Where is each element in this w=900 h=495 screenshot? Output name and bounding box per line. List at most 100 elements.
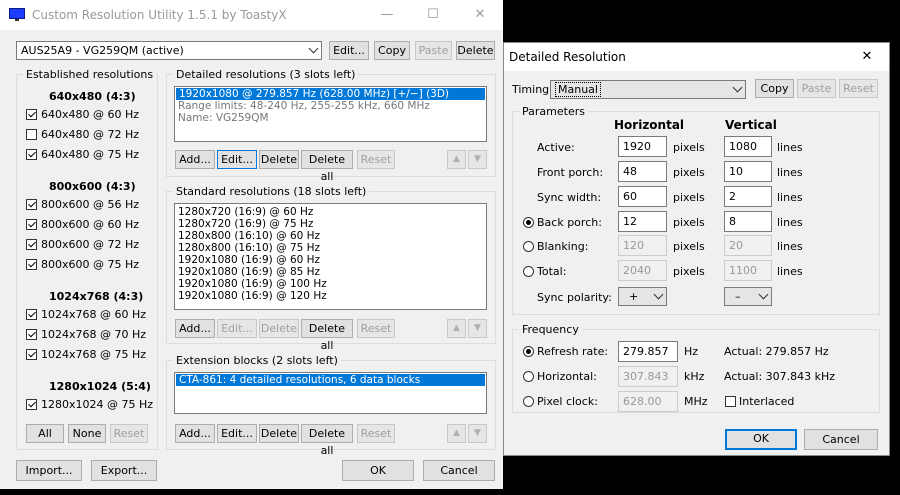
list-item[interactable]: 1920x1080 @ 279.857 Hz (628.00 MHz) [+/−… (176, 88, 485, 100)
active-vertical-input[interactable]: 1080 (724, 136, 772, 157)
reset-established-button[interactable]: Reset (110, 424, 148, 443)
extension-blocks-list[interactable]: CTA-861: 4 detailed resolutions, 6 data … (174, 372, 487, 414)
timing-paste-button[interactable]: Paste (797, 79, 836, 98)
ok-button[interactable]: OK (342, 460, 414, 481)
back-porch-radio[interactable] (523, 217, 534, 228)
minimize-button[interactable]: — (364, 0, 410, 30)
extension-delete-button[interactable]: Delete (259, 424, 299, 443)
move-up-icon[interactable]: ▲ (447, 424, 466, 443)
checkbox-800x600-60[interactable] (26, 219, 37, 230)
pixel-clock-radio[interactable] (523, 396, 534, 407)
edit-monitor-button[interactable]: Edit... (329, 41, 369, 60)
monitor-select[interactable]: AUS25A9 - VG259QM (active) (16, 41, 322, 60)
list-item[interactable]: 1280x800 (16:10) @ 60 Hz (175, 230, 486, 242)
timing-copy-button[interactable]: Copy (755, 79, 794, 98)
detailed-reset-button[interactable]: Reset (357, 150, 395, 169)
none-button[interactable]: None (68, 424, 106, 443)
checkbox-640x480-75[interactable] (26, 149, 37, 160)
refresh-rate-radio[interactable] (523, 346, 534, 357)
export-button[interactable]: Export... (91, 460, 157, 481)
back-porch-vertical-input[interactable]: 8 (724, 211, 772, 232)
list-item[interactable]: 1920x1080 (16:9) @ 100 Hz (175, 278, 486, 290)
sync-width-vertical-input[interactable]: 2 (724, 186, 772, 207)
detailed-edit-button[interactable]: Edit... (217, 150, 257, 169)
timing-select[interactable]: Manual (550, 80, 746, 99)
move-up-icon[interactable]: ▲ (447, 319, 466, 338)
checkbox-640x480-60[interactable] (26, 109, 37, 120)
move-down-icon[interactable]: ▼ (468, 424, 487, 443)
detailed-add-button[interactable]: Add... (175, 150, 215, 169)
blanking-horizontal-input[interactable]: 120 (618, 235, 667, 256)
list-item[interactable]: CTA-861: 4 detailed resolutions, 6 data … (176, 374, 485, 386)
standard-reset-button[interactable]: Reset (357, 319, 395, 338)
interlaced-checkbox[interactable] (725, 396, 736, 407)
dialog-ok-button[interactable]: OK (725, 429, 797, 450)
move-down-icon[interactable]: ▼ (468, 150, 487, 169)
dialog-close-button[interactable]: ✕ (844, 43, 890, 71)
list-item[interactable]: 1920x1080 (16:9) @ 60 Hz (175, 254, 486, 266)
timing-reset-button[interactable]: Reset (839, 79, 878, 98)
list-item[interactable]: 1920x1080 (16:9) @ 120 Hz (175, 290, 486, 302)
extension-edit-button[interactable]: Edit... (217, 424, 257, 443)
checkbox-1024x768-75[interactable] (26, 349, 37, 360)
main-titlebar: Custom Resolution Utility 1.5.1 by Toast… (0, 0, 503, 30)
dialog-title: Detailed Resolution (509, 50, 626, 64)
list-item[interactable]: 1920x1080 (16:9) @ 85 Hz (175, 266, 486, 278)
move-down-icon[interactable]: ▼ (468, 319, 487, 338)
checkbox-800x600-56[interactable] (26, 199, 37, 210)
checkbox-640x480-72[interactable] (26, 129, 37, 140)
standard-add-button[interactable]: Add... (175, 319, 215, 338)
front-porch-horizontal-input[interactable]: 48 (618, 161, 667, 182)
extension-add-button[interactable]: Add... (175, 424, 215, 443)
detailed-delete-button[interactable]: Delete (259, 150, 299, 169)
detailed-resolutions-list[interactable]: 1920x1080 @ 279.857 Hz (628.00 MHz) [+/−… (174, 86, 487, 142)
list-item[interactable]: 1280x720 (16:9) @ 75 Hz (175, 218, 486, 230)
standard-edit-button[interactable]: Edit... (217, 319, 257, 338)
maximize-button[interactable]: ☐ (410, 0, 456, 30)
pixel-clock-input[interactable]: 628.00 (618, 391, 678, 412)
import-button[interactable]: Import... (16, 460, 82, 481)
all-button[interactable]: All (26, 424, 64, 443)
standard-delete-all-button[interactable]: Delete all (301, 319, 353, 352)
sync-width-horizontal-input[interactable]: 60 (618, 186, 667, 207)
blanking-vertical-input[interactable]: 20 (724, 235, 772, 256)
checkbox-1024x768-70[interactable] (26, 329, 37, 340)
checkbox-1280x1024-75[interactable] (26, 399, 37, 410)
extension-label: Extension blocks (2 slots left) (173, 354, 341, 367)
close-button[interactable]: ✕ (457, 0, 503, 30)
vertical-polarity-select[interactable]: – (724, 287, 772, 306)
standard-delete-button[interactable]: Delete (259, 319, 299, 338)
horizontal-frequency-input[interactable]: 307.843 (618, 366, 678, 387)
list-item[interactable]: 1280x720 (16:9) @ 60 Hz (175, 206, 486, 218)
horizontal-frequency-radio[interactable] (523, 371, 534, 382)
back-porch-horizontal-input[interactable]: 12 (618, 211, 667, 232)
paste-monitor-button[interactable]: Paste (415, 41, 452, 60)
detailed-delete-all-button[interactable]: Delete all (301, 150, 353, 183)
total-radio[interactable] (523, 266, 534, 277)
total-horizontal-input[interactable]: 2040 (618, 260, 667, 281)
checkbox-800x600-75[interactable] (26, 259, 37, 270)
checkbox-800x600-72[interactable] (26, 239, 37, 250)
move-up-icon[interactable]: ▲ (447, 150, 466, 169)
front-porch-vertical-input[interactable]: 10 (724, 161, 772, 182)
total-vertical-input[interactable]: 1100 (724, 260, 772, 281)
checkbox-1024x768-60[interactable] (26, 309, 37, 320)
standard-label: Standard resolutions (18 slots left) (173, 185, 370, 198)
unit-label: pixels (673, 240, 705, 253)
chevron-down-icon (758, 289, 769, 300)
horizontal-polarity-select[interactable]: + (618, 287, 667, 306)
chevron-down-icon (653, 289, 664, 300)
active-horizontal-input[interactable]: 1920 (618, 136, 667, 157)
copy-monitor-button[interactable]: Copy (374, 41, 410, 60)
cancel-button[interactable]: Cancel (423, 460, 495, 481)
list-item[interactable]: 1280x800 (16:10) @ 75 Hz (175, 242, 486, 254)
extension-reset-button[interactable]: Reset (357, 424, 395, 443)
unit-label: pixels (673, 141, 705, 154)
standard-resolutions-list[interactable]: 1280x720 (16:9) @ 60 Hz 1280x720 (16:9) … (174, 203, 487, 310)
blanking-radio[interactable] (523, 241, 534, 252)
extension-delete-all-button[interactable]: Delete all (301, 424, 353, 457)
checkbox-label: 1024x768 @ 70 Hz (41, 328, 147, 341)
dialog-cancel-button[interactable]: Cancel (804, 429, 878, 450)
delete-monitor-button[interactable]: Delete (456, 41, 495, 60)
refresh-rate-input[interactable]: 279.857 (618, 341, 678, 362)
